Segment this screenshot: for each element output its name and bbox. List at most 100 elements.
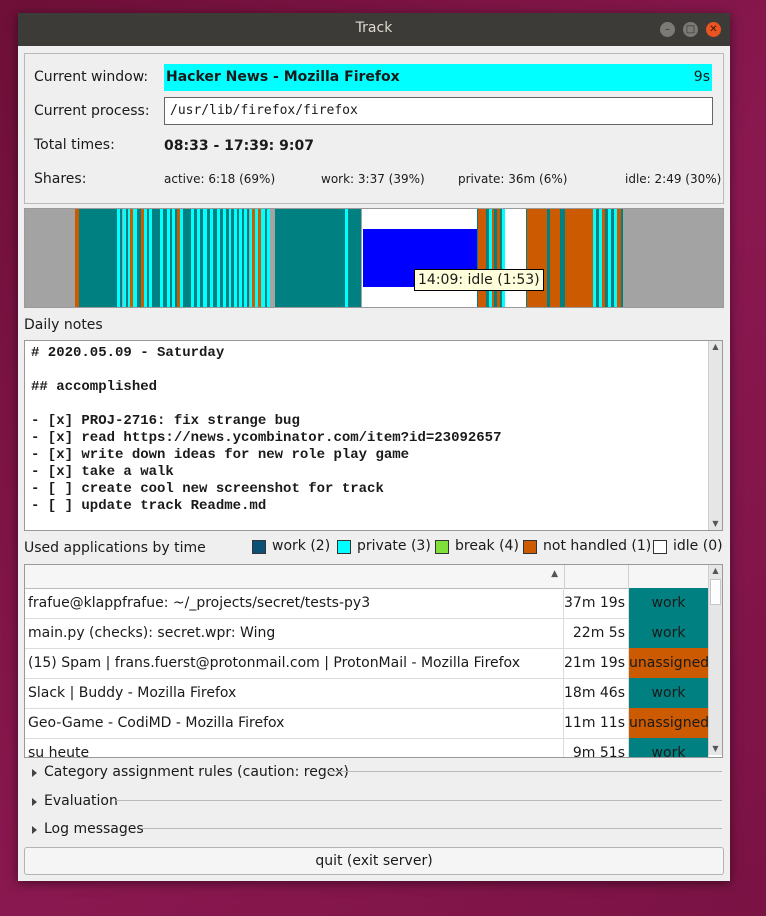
daily-notes-label: Daily notes: [24, 317, 103, 333]
legend-text-work: work (2): [272, 538, 331, 554]
app-time-cell: 37m 19s: [564, 588, 629, 618]
app-name-cell: Geo-Game - CodiMD - Mozilla Firefox: [25, 708, 564, 738]
share-private: private: 36m (6%): [458, 172, 568, 186]
divider: [142, 828, 722, 829]
close-icon: ✕: [709, 24, 718, 35]
app-category-cell[interactable]: work: [629, 738, 709, 757]
current-window-label: Current window:: [34, 69, 149, 85]
app-category-cell[interactable]: work: [629, 678, 709, 708]
timeline-segment[interactable]: [183, 209, 191, 307]
category-rules-label: Category assignment rules (caution: rege…: [44, 764, 349, 780]
evaluation-label: Evaluation: [44, 793, 118, 809]
app-category-cell[interactable]: unassigned: [629, 708, 709, 738]
scroll-up-icon[interactable]: ▲: [709, 565, 722, 577]
note-line: - [x] PROJ-2716: fix strange bug: [31, 413, 300, 429]
app-time-cell: 11m 11s: [564, 708, 629, 738]
divider: [328, 771, 722, 772]
column-header-category[interactable]: [629, 565, 710, 588]
app-category-cell[interactable]: unassigned: [629, 648, 709, 678]
share-work: work: 3:37 (39%): [321, 172, 425, 186]
total-times-value: 08:33 - 17:39: 9:07: [164, 138, 314, 154]
legend-swatch-private: [337, 540, 351, 554]
app-category-cell[interactable]: work: [629, 588, 709, 618]
expand-arrow-icon: [32, 798, 37, 806]
note-line: - [ ] create cool new screenshot for tra…: [31, 481, 384, 497]
expand-arrow-icon: [32, 826, 37, 834]
table-header: ▲: [25, 565, 710, 589]
timeline-segment[interactable]: [351, 209, 361, 307]
shares-label: Shares:: [34, 171, 87, 187]
scroll-down-icon[interactable]: ▼: [709, 743, 722, 755]
timeline-segment[interactable]: [152, 209, 160, 307]
daily-notes-editor[interactable]: # 2020.05.09 - Saturday ## accomplished …: [24, 340, 723, 531]
note-line: - [ ] update track Readme.md: [31, 498, 267, 514]
note-line: - [x] read https://news.ycombinator.com/…: [31, 430, 502, 446]
timeline-tooltip: 14:09: idle (1:53): [414, 269, 544, 291]
legend-swatch-not-handled: [523, 540, 537, 554]
total-times-label: Total times:: [34, 137, 115, 153]
app-time-cell: 22m 5s: [564, 618, 629, 648]
sort-ascending-icon: ▲: [551, 569, 558, 579]
timeline-segment[interactable]: [478, 209, 486, 307]
app-time-cell: 9m 51s: [564, 738, 629, 757]
column-header-name[interactable]: ▲: [25, 565, 565, 588]
status-panel: Current window: Hacker News - Mozilla Fi…: [24, 53, 724, 204]
table-row[interactable]: Slack | Buddy - Mozilla Firefox 18m 46s wo…: [25, 678, 709, 709]
timeline-segment[interactable]: [247, 209, 249, 307]
legend-swatch-idle: [653, 540, 667, 554]
minimize-button[interactable]: –: [660, 22, 675, 37]
timeline-segment[interactable]: [565, 209, 593, 307]
current-process-label: Current process:: [34, 103, 150, 119]
log-messages-label: Log messages: [44, 821, 144, 837]
column-header-time[interactable]: [564, 565, 629, 588]
divider: [116, 800, 722, 801]
legend-text-idle: idle (0): [673, 538, 723, 554]
timeline-segment[interactable]: [550, 209, 560, 307]
current-process-field[interactable]: /usr/lib/firefox/firefox: [164, 97, 713, 125]
track-window: Track – □ ✕ Current window: Hacker News …: [18, 13, 730, 881]
expand-arrow-icon: [32, 769, 37, 777]
quit-button[interactable]: quit (exit server): [24, 847, 724, 875]
note-line: ## accomplished: [31, 379, 158, 395]
window-title: Track: [355, 20, 393, 36]
maximize-button[interactable]: □: [683, 22, 698, 37]
legend-text-private: private (3): [357, 538, 431, 554]
app-time-cell: 21m 19s: [564, 648, 629, 678]
activity-timeline[interactable]: [24, 208, 724, 308]
note-line: - [x] take a walk: [31, 464, 174, 480]
legend-swatch-break: [435, 540, 449, 554]
app-name-cell: Slack | Buddy - Mozilla Firefox: [25, 678, 564, 708]
app-name-cell: su heute: [25, 738, 564, 757]
table-row[interactable]: frafue@klappfrafue: ~/_projects/secret/t…: [25, 588, 709, 619]
table-scrollbar[interactable]: ▲ ▼: [708, 565, 722, 755]
timeline-segment[interactable]: [506, 209, 526, 307]
current-process-value: /usr/lib/firefox/firefox: [170, 103, 358, 118]
timeline-segment[interactable]: [79, 209, 115, 307]
table-row[interactable]: main.py (checks): secret.wpr: Wing 22m 5s…: [25, 618, 709, 649]
legend-text-break: break (4): [455, 538, 519, 554]
app-time-cell: 18m 46s: [564, 678, 629, 708]
timeline-segment[interactable]: [275, 209, 345, 307]
apps-label: Used applications by time: [24, 540, 206, 556]
applications-table: ▲ frafue@klappfrafue: ~/_projects/secret…: [24, 564, 723, 758]
table-scroll-thumb[interactable]: [710, 579, 721, 605]
timeline-segment[interactable]: [621, 209, 623, 307]
current-window-field: Hacker News - Mozilla Firefox 9s: [164, 64, 712, 91]
maximize-icon: □: [685, 24, 696, 35]
share-idle: idle: 2:49 (30%): [625, 172, 722, 186]
table-row[interactable]: Geo-Game - CodiMD - Mozilla Firefox 11m 1…: [25, 708, 709, 739]
minimize-icon: –: [665, 24, 670, 35]
timeline-segment[interactable]: [120, 209, 122, 307]
share-active: active: 6:18 (69%): [164, 172, 276, 186]
title-bar[interactable]: Track – □ ✕: [18, 13, 730, 46]
table-row[interactable]: (15) Spam | frans.fuerst@protonmail.com …: [25, 648, 709, 679]
scroll-down-icon[interactable]: ▼: [709, 518, 722, 530]
timeline-segment[interactable]: [267, 209, 270, 307]
timeline-segment[interactable]: [527, 209, 547, 307]
app-category-cell[interactable]: work: [629, 618, 709, 648]
notes-scrollbar[interactable]: ▲ ▼: [708, 341, 722, 530]
table-row[interactable]: su heute 9m 51s work: [25, 738, 709, 757]
scroll-up-icon[interactable]: ▲: [709, 341, 722, 353]
legend-swatch-work: [252, 540, 266, 554]
close-button[interactable]: ✕: [706, 22, 721, 37]
